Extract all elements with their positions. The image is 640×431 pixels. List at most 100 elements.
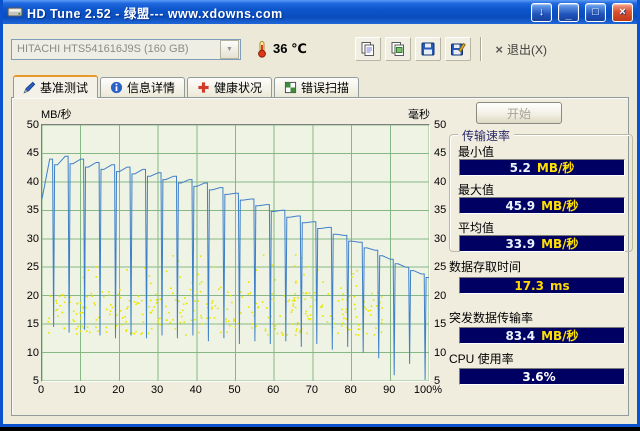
benchmark-plot-svg bbox=[42, 125, 429, 381]
x-axis-tick: 50 bbox=[228, 384, 241, 396]
temperature-indicator: 36 ℃ bbox=[255, 40, 307, 58]
y-axis-right-tick: 20 bbox=[434, 289, 447, 302]
save-as-button[interactable] bbox=[445, 37, 472, 61]
save-button[interactable] bbox=[415, 37, 442, 61]
transfer-rate-group: 传输速率 最小值 5.2 MB/秒 最大值 45.9 MB/秒 平均值 33.9… bbox=[449, 127, 633, 252]
y-axis-left-tick: 40 bbox=[26, 175, 39, 188]
start-button-label: 开始 bbox=[506, 106, 531, 121]
burst-rate-value: 83.4 bbox=[505, 328, 536, 343]
close-icon: × bbox=[619, 5, 626, 18]
cpu-usage-value: 3.6% bbox=[522, 369, 556, 384]
y-axis-left-tick: 50 bbox=[26, 119, 39, 131]
save-as-icon bbox=[451, 42, 467, 56]
access-time-value: 17.3 bbox=[514, 278, 544, 293]
error-scan-grid-icon bbox=[284, 81, 297, 94]
y-axis-left-tick: 35 bbox=[26, 204, 39, 217]
transfer-rate-group-title: 传输速率 bbox=[458, 127, 515, 144]
max-value: 45.9 bbox=[505, 198, 536, 213]
tab-info-label: 信息详情 bbox=[127, 81, 176, 95]
y-axis-left-tick: 30 bbox=[26, 232, 39, 245]
access-time-unit: ms bbox=[549, 278, 570, 293]
benchmark-tab-panel: 开始 MB/秒 毫秒 50 45 40 35 30 25 20 15 10 5 50 45 40 35 3… bbox=[11, 97, 633, 416]
x-axis-tick: 0 bbox=[37, 384, 45, 396]
save-icon bbox=[421, 42, 435, 56]
access-time-value-box: 17.3 ms bbox=[459, 277, 625, 294]
avg-label: 平均值 bbox=[458, 221, 495, 235]
x-axis-tick: 100% bbox=[413, 384, 443, 396]
min-unit: MB/秒 bbox=[536, 161, 575, 175]
y-axis-left-ticks: 50 45 40 35 30 25 20 15 10 5 bbox=[13, 119, 39, 387]
x-axis-ticks: 0 10 20 30 40 50 60 70 80 90 100% bbox=[38, 384, 442, 398]
copy-text-icon bbox=[361, 42, 375, 56]
avg-value-box: 33.9 MB/秒 bbox=[459, 235, 625, 252]
tab-health-label: 健康状况 bbox=[214, 81, 263, 95]
tab-info[interactable]: 信息详情 bbox=[100, 77, 186, 97]
chevron-down-icon[interactable]: ▼ bbox=[220, 39, 239, 59]
app-window: HD Tune 2.52 - 绿盟--- www.xdowns.com ↓ _ … bbox=[0, 0, 640, 427]
avg-value: 33.9 bbox=[505, 236, 536, 251]
x-axis-tick: 60 bbox=[267, 384, 280, 396]
cpu-usage-value-box: 3.6% bbox=[459, 368, 625, 385]
tab-error-scan-label: 错误扫描 bbox=[301, 81, 350, 95]
y-axis-left-tick: 45 bbox=[26, 147, 39, 160]
min-value-box: 5.2 MB/秒 bbox=[459, 159, 625, 176]
titlebar[interactable]: HD Tune 2.52 - 绿盟--- www.xdowns.com ↓ _ … bbox=[3, 0, 637, 24]
chart-axis-titles: MB/秒 毫秒 bbox=[41, 106, 430, 122]
min-label: 最小值 bbox=[458, 145, 495, 159]
x-axis-tick: 80 bbox=[344, 384, 357, 396]
minimize-icon: _ bbox=[565, 8, 572, 21]
maximize-icon: □ bbox=[592, 5, 599, 18]
right-axis-title: 毫秒 bbox=[408, 109, 430, 121]
avg-unit: MB/秒 bbox=[541, 237, 579, 251]
copy-image-icon bbox=[391, 42, 405, 56]
x-axis-tick: 40 bbox=[189, 384, 202, 396]
thermometer-icon bbox=[258, 41, 266, 58]
temperature-value: 36 ℃ bbox=[273, 41, 307, 56]
download-site-button[interactable]: ↓ bbox=[531, 2, 552, 22]
y-axis-left-tick: 20 bbox=[26, 289, 39, 302]
copy-text-button[interactable] bbox=[355, 37, 382, 61]
minimize-button[interactable]: _ bbox=[558, 2, 579, 22]
exit-label: 退出(X) bbox=[507, 42, 547, 57]
tab-benchmark-label: 基准测试 bbox=[40, 81, 89, 95]
max-unit: MB/秒 bbox=[541, 199, 579, 213]
x-axis-tick: 20 bbox=[112, 384, 125, 396]
x-axis-tick: 90 bbox=[383, 384, 396, 396]
drive-select-value: HITACHI HTS541616J9S (160 GB) bbox=[17, 43, 189, 55]
cpu-usage-label: CPU 使用率 bbox=[449, 352, 514, 366]
max-value-box: 45.9 MB/秒 bbox=[459, 197, 625, 214]
drive-select-dropdown[interactable]: HITACHI HTS541616J9S (160 GB) ▼ bbox=[11, 38, 241, 60]
start-button[interactable]: 开始 bbox=[476, 102, 562, 124]
left-axis-title: MB/秒 bbox=[41, 109, 72, 121]
tab-benchmark[interactable]: 基准测试 bbox=[13, 75, 99, 98]
toolbar-actions: × 退出(X) bbox=[355, 37, 551, 61]
download-icon: ↓ bbox=[538, 5, 545, 18]
maximize-button[interactable]: □ bbox=[585, 2, 606, 22]
toolbar: HITACHI HTS541616J9S (160 GB) ▼ 36 ℃ × 退… bbox=[3, 24, 637, 74]
exit-icon: × bbox=[495, 41, 503, 57]
x-axis-tick: 30 bbox=[150, 384, 164, 396]
health-cross-icon bbox=[198, 82, 209, 93]
exit-button[interactable]: × 退出(X) bbox=[491, 39, 551, 60]
benchmark-chart bbox=[41, 124, 430, 382]
x-axis-tick: 10 bbox=[73, 384, 86, 396]
app-icon bbox=[7, 7, 23, 17]
burst-rate-unit: MB/秒 bbox=[541, 329, 579, 343]
info-icon bbox=[110, 81, 123, 94]
window-title: HD Tune 2.52 - 绿盟--- www.xdowns.com bbox=[27, 6, 283, 21]
tab-error-scan[interactable]: 错误扫描 bbox=[274, 77, 360, 97]
tab-strip: 基准测试 信息详情 健康状况 错误扫描 bbox=[3, 74, 637, 98]
burst-rate-label: 突发数据传输率 bbox=[449, 311, 534, 325]
copy-image-button[interactable] bbox=[385, 37, 412, 61]
toolbar-separator bbox=[480, 37, 483, 61]
y-axis-right-tick: 50 bbox=[434, 119, 447, 131]
y-axis-left-tick: 25 bbox=[26, 261, 39, 274]
screen-edge bbox=[0, 427, 640, 431]
y-axis-left-tick: 15 bbox=[26, 318, 39, 331]
burst-rate-value-box: 83.4 MB/秒 bbox=[459, 327, 625, 344]
x-axis-tick: 70 bbox=[305, 384, 319, 396]
close-button[interactable]: × bbox=[612, 2, 633, 22]
max-label: 最大值 bbox=[458, 183, 495, 197]
min-value: 5.2 bbox=[509, 160, 531, 175]
tab-health[interactable]: 健康状况 bbox=[187, 77, 273, 97]
